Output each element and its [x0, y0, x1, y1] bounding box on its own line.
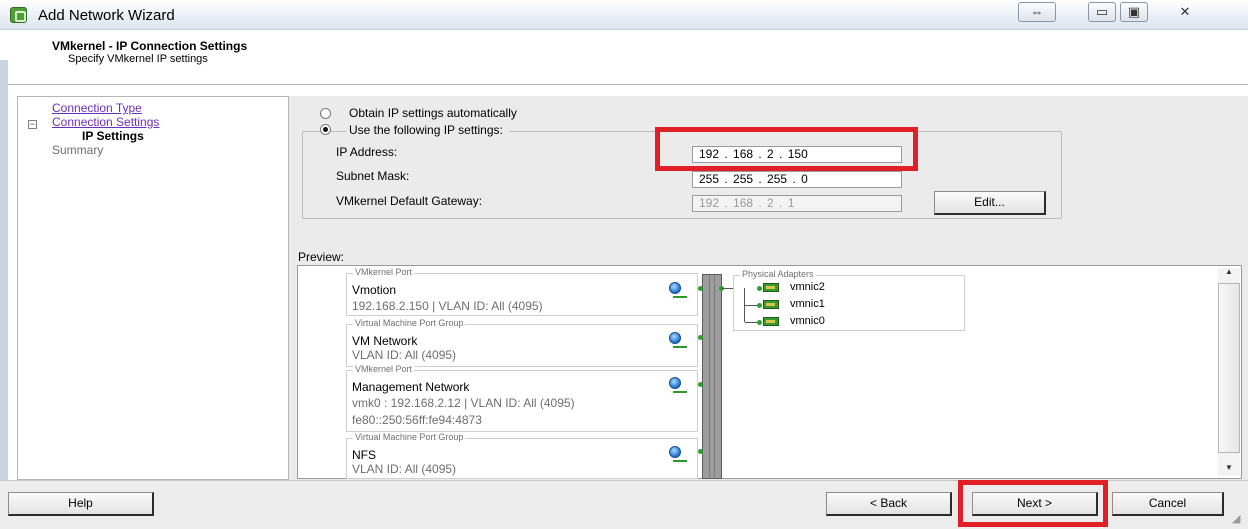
port-group-management-network: VMkernel Port Management Network vmk0 : … [346, 364, 698, 432]
port-group-nfs: Virtual Machine Port Group NFS VLAN ID: … [346, 432, 698, 479]
connection-dot [698, 286, 703, 291]
minimize-button[interactable]: ▭ [1088, 2, 1116, 22]
adapter-label: vmnic2 [790, 281, 825, 293]
port-group-info: VLAN ID: All (4095) [352, 462, 457, 476]
connection-dot [757, 320, 762, 325]
close-button[interactable]: ✕ [1168, 2, 1202, 22]
radio-use-following[interactable] [320, 124, 331, 135]
cancel-button[interactable]: Cancel [1112, 492, 1224, 516]
collapse-toggle-icon[interactable]: − [28, 120, 37, 129]
step-connection-settings[interactable]: Connection Settings [52, 115, 159, 129]
network-globe-icon [669, 446, 687, 462]
port-group-info: fe80::250:56ff:fe94:4873 [352, 413, 482, 427]
network-adapter-icon [763, 283, 779, 292]
page-title: VMkernel - IP Connection Settings [52, 39, 248, 53]
port-group-name: VM Network [352, 334, 418, 348]
gateway-input: 192 . 168 . 2 . 1 [692, 195, 902, 212]
ip-address-label: IP Address: [336, 145, 398, 159]
connection-dot [698, 335, 703, 340]
physical-adapters-legend: Physical Adapters [740, 269, 816, 279]
port-group-info: vmk0 : 192.168.2.12 | VLAN ID: All (4095… [352, 396, 575, 410]
port-group-name: NFS [352, 448, 376, 462]
preview-label: Preview: [298, 250, 345, 264]
radio-obtain-automatically[interactable] [320, 108, 331, 119]
connection-dot [698, 449, 703, 454]
subnet-mask-label: Subnet Mask: [336, 169, 410, 183]
step-summary: Summary [52, 143, 104, 157]
highlight-next-button [958, 480, 1108, 527]
scroll-down-icon[interactable]: ▼ [1225, 463, 1233, 472]
gateway-label: VMkernel Default Gateway: [336, 194, 483, 208]
port-group-type: VMkernel Port [353, 364, 415, 374]
port-group-name: Management Network [352, 380, 470, 394]
back-button[interactable]: < Back [826, 492, 952, 516]
app-icon [10, 7, 27, 23]
wizard-header: VMkernel - IP Connection Settings Specif… [0, 30, 1248, 85]
adapter-label: vmnic0 [790, 315, 825, 327]
window-title: Add Network Wizard [38, 7, 175, 24]
adapter-label: vmnic1 [790, 298, 825, 310]
page-subtitle: Specify VMkernel IP settings [68, 53, 208, 65]
port-group-vm-network: Virtual Machine Port Group VM Network VL… [346, 318, 698, 367]
radio-obtain-automatically-label: Obtain IP settings automatically [349, 106, 517, 120]
network-globe-icon [669, 332, 687, 348]
network-adapter-icon [763, 300, 779, 309]
port-group-vmotion: VMkernel Port Vmotion 192.168.2.150 | VL… [346, 267, 698, 316]
connection-dot [757, 303, 762, 308]
window-titlebar: Add Network Wizard ⇔ ▭ ▣ ✕ [0, 0, 1248, 30]
subnet-mask-input[interactable]: 255 . 255 . 255 . 0 [692, 171, 902, 188]
step-ip-settings: IP Settings [82, 129, 144, 143]
preview-scrollbar-thumb[interactable] [1218, 283, 1240, 453]
radio-use-following-label: Use the following IP settings: [346, 123, 509, 137]
network-globe-icon [669, 282, 687, 298]
left-edge [0, 60, 8, 480]
wizard-steps: Connection Type − Connection Settings IP… [17, 96, 289, 480]
connection-dot [698, 382, 703, 387]
port-group-type: Virtual Machine Port Group [353, 432, 466, 442]
network-adapter-icon [763, 317, 779, 326]
highlight-ip-address [655, 127, 918, 171]
port-group-name: Vmotion [352, 283, 397, 297]
resize-grip-icon[interactable]: ◢ [1232, 512, 1240, 525]
port-group-type: Virtual Machine Port Group [353, 318, 466, 328]
edit-gateway-button[interactable]: Edit... [934, 191, 1046, 215]
port-group-info: VLAN ID: All (4095) [352, 348, 457, 362]
network-globe-icon [669, 377, 687, 393]
restore-size-icon[interactable]: ⇔ [1018, 2, 1056, 22]
scroll-up-icon[interactable]: ▲ [1225, 267, 1233, 276]
virtual-switch-rail [709, 276, 715, 477]
port-group-type: VMkernel Port [353, 267, 415, 277]
step-connection-type[interactable]: Connection Type [52, 101, 142, 115]
connection-dot [757, 286, 762, 291]
maximize-button[interactable]: ▣ [1120, 2, 1148, 22]
help-button[interactable]: Help [8, 492, 154, 516]
port-group-info: 192.168.2.150 | VLAN ID: All (4095) [352, 299, 543, 313]
